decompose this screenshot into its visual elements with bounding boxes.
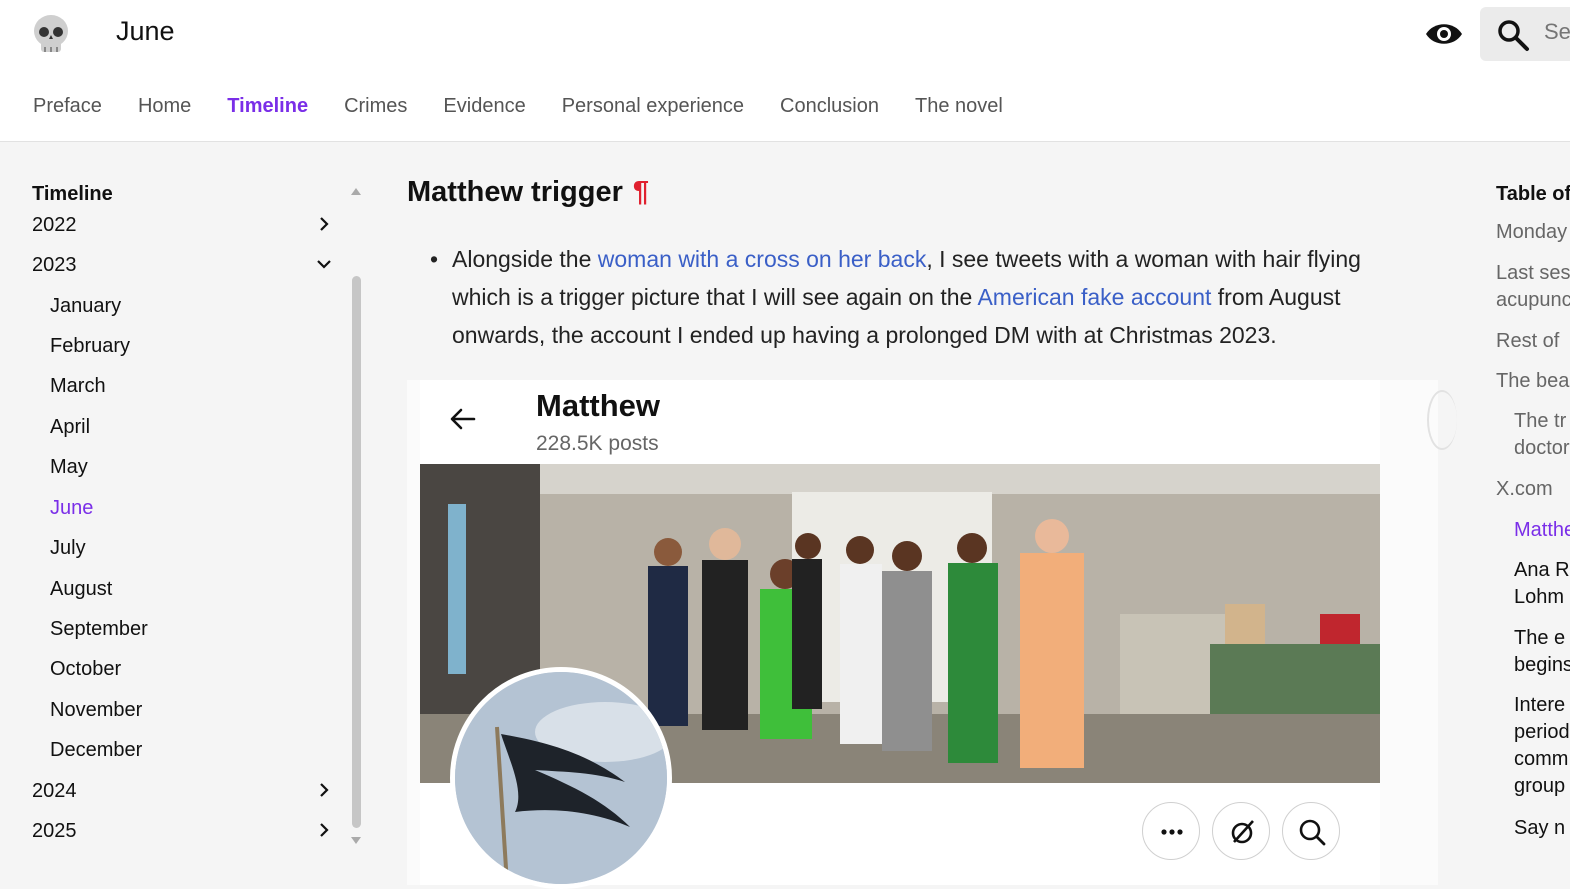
sidebar-month-april[interactable]: April [50, 416, 90, 439]
paragraph-text: Alongside the [452, 246, 598, 272]
sidebar-month-june[interactable]: June [50, 497, 93, 520]
list-item: Alongside the woman with a cross on her … [430, 240, 1420, 354]
toc-line: begins [1514, 654, 1570, 676]
toc-item[interactable]: Rest of [1496, 328, 1559, 355]
scroll-down-arrow[interactable] [351, 837, 361, 844]
search-icon [1299, 819, 1326, 846]
sidebar-year-2025[interactable]: 2025 [32, 820, 337, 843]
site-header: June Preface Home Timeline Crimes Eviden… [0, 0, 1570, 142]
article-heading: Matthew trigger ¶ [407, 176, 649, 209]
nav-preface[interactable]: Preface [33, 95, 102, 118]
sidebar-title[interactable]: Timeline [32, 183, 113, 206]
back-arrow-icon[interactable] [448, 404, 478, 434]
sidebar: Timeline 2022 2023 January February Marc… [0, 143, 370, 885]
sidebar-month-january[interactable]: January [50, 295, 121, 318]
toc-item[interactable]: Intere period comm group [1514, 692, 1570, 800]
torn-flag-avatar-image [455, 672, 667, 884]
toc-item[interactable]: Say n [1514, 815, 1565, 842]
tweet-screenshot-card: Matthew 228.5K posts [407, 380, 1457, 889]
toc-line: Last session [1496, 262, 1570, 284]
sidebar-month-october[interactable]: October [50, 658, 121, 681]
sidebar-month-december[interactable]: December [50, 739, 142, 762]
toc-item[interactable]: Monday [1496, 219, 1567, 246]
toc-line: The tr [1514, 410, 1567, 432]
toc-item[interactable]: The beach [1496, 368, 1570, 395]
toc-item[interactable]: The e begins [1514, 625, 1570, 679]
sidebar-month-march[interactable]: March [50, 375, 106, 398]
sidebar-year-label: 2025 [32, 820, 77, 842]
table-of-contents: Table of contents Monday Last session acu… [1496, 143, 1570, 885]
link-woman-cross[interactable]: woman with a cross on her back [598, 246, 927, 272]
article-bullet-list: Alongside the woman with a cross on her … [430, 240, 1420, 354]
search-input[interactable] [1544, 19, 1570, 45]
sidebar-month-august[interactable]: August [50, 578, 112, 601]
profile-search-button[interactable] [1282, 802, 1340, 860]
heading-text: Matthew trigger [407, 176, 623, 208]
top-navigation: Preface Home Timeline Crimes Evidence Pe… [33, 95, 1003, 118]
sidebar-month-july[interactable]: July [50, 537, 86, 560]
chevron-down-icon[interactable] [315, 255, 333, 273]
more-options-button[interactable] [1142, 802, 1200, 860]
ellipsis-icon [1161, 829, 1183, 835]
sidebar-year-label: 2024 [32, 780, 77, 802]
toc-item[interactable]: The tr doctor [1514, 408, 1570, 462]
nav-evidence[interactable]: Evidence [443, 95, 525, 118]
sidebar-month-november[interactable]: November [50, 699, 142, 722]
eye-icon[interactable] [1424, 18, 1464, 50]
sidebar-year-2024[interactable]: 2024 [32, 780, 337, 803]
sidebar-year-label: 2022 [32, 214, 77, 236]
toc-line: Intere [1514, 694, 1566, 716]
toc-line: period [1514, 721, 1570, 743]
sidebar-year-label: 2023 [32, 254, 77, 276]
post-count: 228.5K posts [536, 432, 659, 455]
site-title[interactable]: June [116, 16, 175, 47]
nav-timeline[interactable]: Timeline [227, 95, 308, 118]
toc-line: Lohm [1514, 586, 1565, 608]
nav-home[interactable]: Home [138, 95, 191, 118]
toc-item[interactable]: X.com [1496, 476, 1553, 503]
grok-button[interactable] [1212, 802, 1270, 860]
nav-the-novel[interactable]: The novel [915, 95, 1003, 118]
search-icon [1498, 20, 1529, 51]
nav-crimes[interactable]: Crimes [344, 95, 407, 118]
grok-icon [1231, 820, 1254, 844]
scroll-up-arrow[interactable] [351, 188, 361, 195]
toc-item-active[interactable]: Matthew [1514, 517, 1570, 544]
sidebar-month-february[interactable]: February [50, 335, 130, 358]
nav-personal-experience[interactable]: Personal experience [562, 95, 744, 118]
profile-name: Matthew [536, 388, 660, 423]
link-american-fake-account[interactable]: American fake account [977, 284, 1211, 310]
sidebar-scrollbar-thumb[interactable] [352, 276, 361, 828]
toc-line: Ana R [1514, 559, 1570, 581]
toc-title: Table of contents [1496, 183, 1570, 205]
card-next-arrow-edge[interactable] [1427, 390, 1457, 450]
chevron-right-icon[interactable] [315, 781, 333, 799]
toc-line: acupuncture [1496, 289, 1570, 311]
sidebar-year-2022[interactable]: 2022 [32, 214, 337, 237]
toc-line: The e [1514, 627, 1566, 649]
toc-item[interactable]: Ana R Lohm [1514, 557, 1570, 611]
nav-conclusion[interactable]: Conclusion [780, 95, 879, 118]
skull-logo-icon[interactable] [30, 12, 72, 56]
chevron-right-icon[interactable] [315, 215, 333, 233]
toc-line: comm [1514, 748, 1569, 770]
toc-line: doctor [1514, 437, 1570, 459]
toc-item[interactable]: Last session acupuncture [1496, 260, 1570, 314]
profile-avatar[interactable] [450, 667, 672, 889]
toc-line: group [1514, 775, 1566, 797]
sidebar-month-may[interactable]: May [50, 456, 88, 479]
profile-screenshot: Matthew 228.5K posts [420, 380, 1380, 889]
pilcrow-anchor-link[interactable]: ¶ [633, 176, 649, 208]
sidebar-month-september[interactable]: September [50, 618, 148, 641]
chevron-right-icon[interactable] [315, 821, 333, 839]
sidebar-year-2023[interactable]: 2023 [32, 254, 337, 277]
search-box[interactable] [1480, 7, 1570, 61]
